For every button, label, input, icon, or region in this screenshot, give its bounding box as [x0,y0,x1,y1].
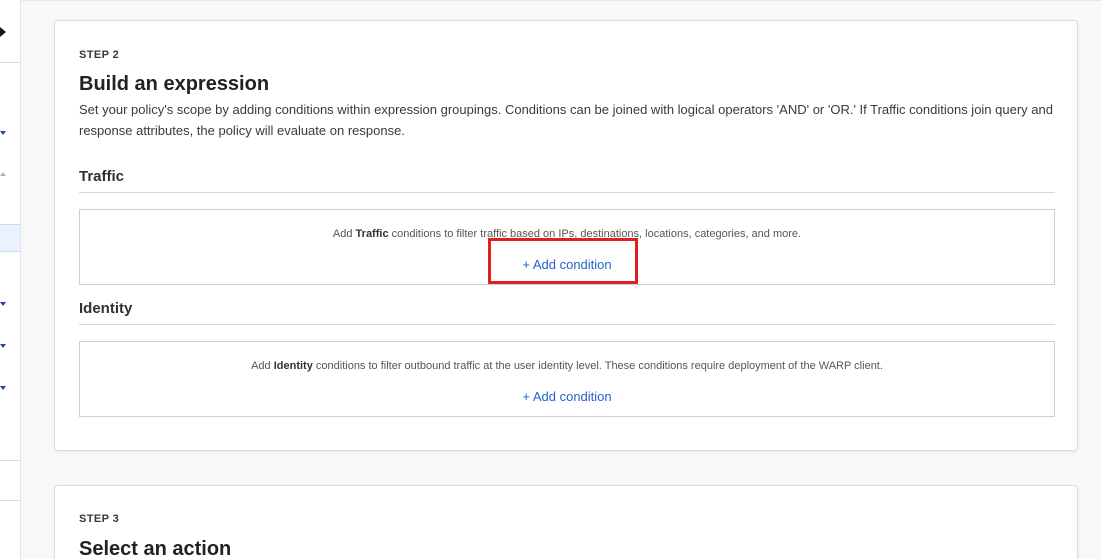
hint-prefix: Add [251,360,274,372]
chevron-down-icon[interactable] [0,302,6,306]
sidebar-divider [0,62,20,63]
hint-prefix: Add [332,228,356,240]
sidebar-item-selected[interactable] [0,224,20,252]
sidebar-divider [0,500,20,501]
step2-card: STEP 2 Build an expression Set your poli… [54,20,1078,451]
hint-suffix: conditions to filter outbound traffic at… [312,360,883,372]
hint-bold: Traffic [355,228,389,240]
identity-condition-box: Add Identity conditions to filter outbou… [79,341,1055,417]
card-title: Build an expression [79,73,270,95]
chevron-down-icon[interactable] [0,131,6,135]
identity-add-condition-link[interactable]: + Add condition [522,389,611,404]
sidebar [0,0,21,559]
step-label: STEP 3 [79,513,120,525]
chevron-down-icon[interactable] [0,386,6,390]
chevron-down-icon[interactable] [0,344,6,348]
sidebar-divider [0,460,20,461]
highlight-box [488,238,638,284]
chevron-up-icon[interactable] [0,172,6,176]
step-label: STEP 2 [79,49,120,61]
traffic-heading: Traffic [79,168,1055,193]
card-description: Set your policy's scope by adding condit… [79,102,1053,138]
card-title: Select an action [79,538,232,559]
step3-card: STEP 3 Select an action [54,485,1078,559]
hint-bold: Identity [273,360,313,372]
page: STEP 2 Build an expression Set your poli… [0,0,1101,559]
expand-arrow-icon[interactable] [0,27,6,37]
top-border [20,0,1101,1]
identity-hint: Add Identity conditions to filter outbou… [80,360,1054,372]
identity-heading: Identity [79,300,1055,325]
